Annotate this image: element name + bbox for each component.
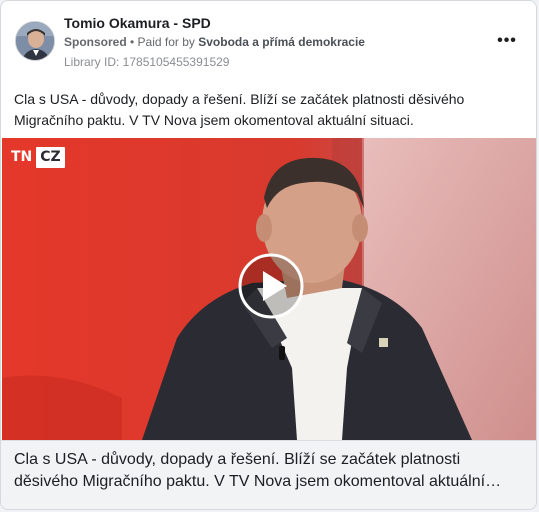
meta-separator: • — [126, 35, 138, 49]
sponsored-label: Sponsored — [64, 35, 127, 49]
video-player[interactable]: TN CZ — [2, 138, 536, 440]
page-name[interactable]: Tomio Okamura - SPD — [64, 15, 211, 31]
ellipsis-icon: ••• — [497, 32, 517, 49]
play-button[interactable] — [238, 253, 304, 319]
video-caption: Cla s USA - důvody, dopady a řešení. Blí… — [14, 451, 502, 490]
avatar[interactable] — [15, 21, 55, 61]
ad-card: Tomio Okamura - SPD Sponsored • Paid for… — [0, 0, 537, 510]
paid-for-prefix: Paid for by — [137, 35, 199, 49]
library-id: Library ID: 1785105455391529 — [64, 55, 230, 69]
post-body-text: Cla s USA - důvody, dopady a řešení. Blí… — [14, 91, 465, 128]
ad-meta: Sponsored • Paid for by Svoboda a přímá … — [64, 35, 365, 49]
play-icon — [238, 253, 304, 319]
logo-cz: CZ — [36, 147, 65, 168]
avatar-image — [16, 22, 54, 60]
more-options-button[interactable]: ••• — [493, 31, 521, 51]
logo-tn: TN — [11, 149, 33, 165]
payer-name[interactable]: Svoboda a přímá demokracie — [198, 35, 365, 49]
tn-cz-logo: TN CZ — [7, 147, 65, 168]
video-caption-bar[interactable]: Cla s USA - důvody, dopady a řešení. Blí… — [1, 440, 536, 509]
